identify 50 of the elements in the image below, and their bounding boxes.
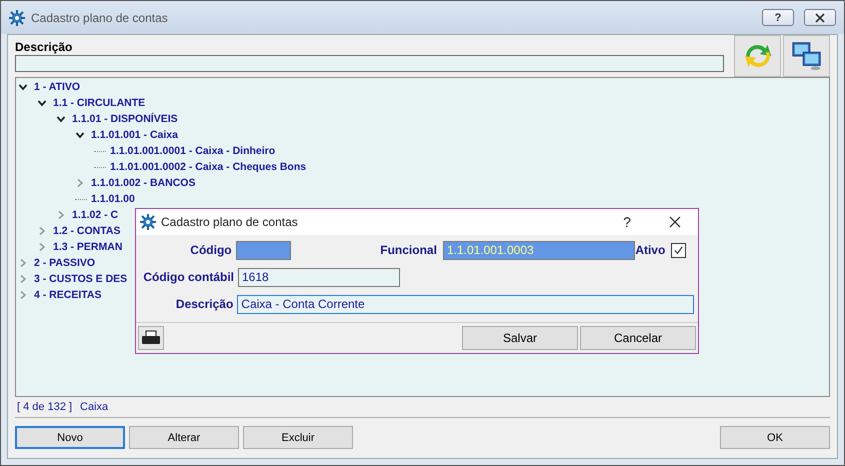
window-title: Cadastro plano de contas bbox=[31, 10, 169, 24]
description-field[interactable]: Caixa - Conta Corrente bbox=[237, 294, 694, 314]
tree-item[interactable]: 2 - PASSIVO bbox=[34, 257, 96, 269]
field-label: Código bbox=[189, 243, 232, 257]
action-button[interactable]: Novo bbox=[15, 426, 125, 449]
close-icon bbox=[669, 216, 681, 228]
tree-item[interactable]: 1.1.01.001 - Caixa bbox=[91, 129, 178, 141]
tree-item[interactable]: 3 - CUSTOS E DES bbox=[34, 273, 128, 285]
field-label: Funcional bbox=[379, 243, 437, 257]
chevron-down-icon[interactable] bbox=[37, 98, 47, 108]
chevron-down-icon[interactable] bbox=[75, 130, 85, 140]
tree-item[interactable]: 1.3 - PERMAN bbox=[53, 241, 122, 253]
tree-item[interactable]: 1.1.01.00 bbox=[91, 193, 135, 205]
tree-item[interactable]: 1.1.02 - C bbox=[72, 209, 118, 221]
tree-item[interactable]: 1.1.01.001.0001 - Caixa - Dinheiro bbox=[110, 145, 276, 157]
current-account: Caixa bbox=[80, 401, 108, 413]
tree-item[interactable]: 1.1 - CIRCULANTE bbox=[53, 97, 146, 109]
ok-button[interactable]: OK bbox=[720, 426, 830, 449]
tree-item[interactable]: 1.1.01.001.0002 - Caixa - Cheques Bons bbox=[110, 161, 306, 173]
checkbox-label: Ativo bbox=[635, 243, 666, 257]
field-label: Código contábil bbox=[142, 270, 234, 284]
check-icon bbox=[673, 244, 684, 256]
tree-item[interactable]: 1 - ATIVO bbox=[34, 81, 80, 93]
printer-icon bbox=[141, 330, 161, 346]
gear-icon bbox=[9, 10, 25, 26]
record-counter: [ 4 de 132 ] bbox=[17, 401, 72, 413]
tree-item[interactable]: 4 - RECEITAS bbox=[34, 289, 102, 301]
accounting-code-field[interactable]: 1618 bbox=[238, 268, 400, 286]
dialog-title: Cadastro plano de contas bbox=[161, 215, 299, 229]
help-button[interactable]: ? bbox=[607, 214, 647, 230]
description-field[interactable] bbox=[15, 55, 724, 72]
active-checkbox[interactable] bbox=[671, 242, 686, 258]
code-field[interactable] bbox=[236, 240, 291, 260]
field-label: Descrição bbox=[174, 297, 234, 311]
gear-icon bbox=[140, 214, 156, 230]
dialog-button[interactable]: Salvar bbox=[462, 326, 578, 350]
monitors-button[interactable] bbox=[783, 35, 830, 77]
chevron-down-icon[interactable] bbox=[56, 114, 66, 124]
action-button[interactable]: Excluir bbox=[243, 426, 353, 449]
print-button[interactable] bbox=[138, 326, 164, 350]
close-icon bbox=[815, 12, 825, 22]
field-label: Descrição bbox=[15, 40, 74, 54]
tree-item[interactable]: 1.1.01.002 - BANCOS bbox=[91, 177, 196, 189]
action-button[interactable]: Alterar bbox=[129, 426, 239, 449]
close-button[interactable] bbox=[804, 9, 836, 26]
chevron-down-icon[interactable] bbox=[18, 82, 28, 92]
help-button[interactable]: ? bbox=[762, 9, 794, 26]
tree-item[interactable]: 1.2 - CONTAS bbox=[53, 225, 120, 237]
tree-item[interactable]: 1.1.01 - DISPONÍVEIS bbox=[72, 113, 178, 125]
dialog-button[interactable]: Cancelar bbox=[580, 326, 696, 350]
